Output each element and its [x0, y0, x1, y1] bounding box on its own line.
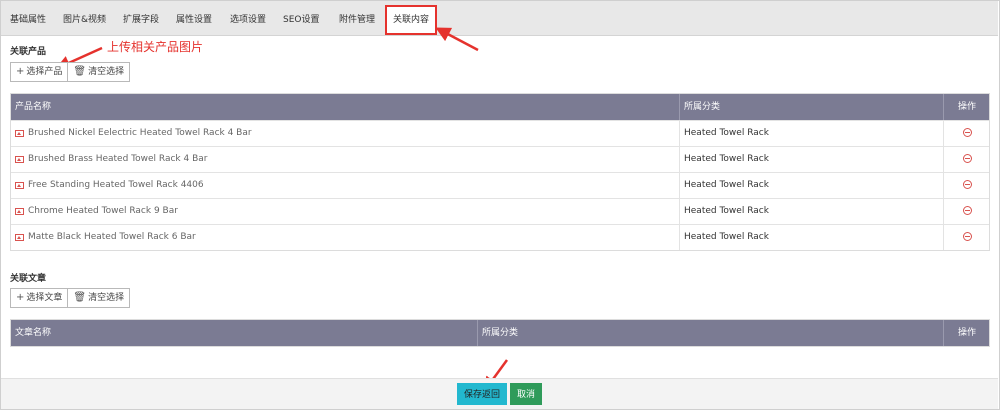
clear-products-button[interactable]: 🗑 清空选择: [68, 62, 131, 82]
remove-icon[interactable]: [962, 154, 972, 163]
action-cell: [943, 121, 990, 146]
image-icon: [15, 182, 24, 189]
related-products-label: 关联产品: [10, 47, 47, 57]
column-article-name: 文章名称: [15, 328, 52, 338]
action-cell: [943, 173, 990, 198]
column-category: 所属分类: [477, 320, 943, 346]
products-table: 产品名称 所属分类 操作 Brushed Nickel Eelectric He…: [10, 93, 990, 251]
select-articles-button[interactable]: + 选择文章: [10, 288, 69, 308]
related-articles-label: 关联文章: [10, 274, 47, 284]
action-cell: [943, 147, 990, 172]
product-category: Heated Towel Rack: [679, 147, 943, 172]
image-icon: [15, 234, 24, 241]
products-button-group: + 选择产品 🗑 清空选择: [10, 62, 131, 82]
table-row: Matte Black Heated Towel Rack 6 Bar Heate…: [11, 224, 989, 250]
action-cell: [943, 225, 990, 250]
product-category: Heated Towel Rack: [679, 173, 943, 198]
products-table-header: 产品名称 所属分类 操作: [11, 94, 989, 120]
action-cell: [943, 199, 990, 224]
product-name[interactable]: Matte Black Heated Towel Rack 6 Bar: [28, 225, 196, 250]
select-products-button[interactable]: + 选择产品: [10, 62, 69, 82]
column-category: 所属分类: [679, 94, 943, 120]
remove-icon[interactable]: [962, 206, 972, 215]
image-icon: [15, 156, 24, 163]
articles-table-header: 文章名称 所属分类 操作: [11, 320, 989, 346]
remove-icon[interactable]: [962, 232, 972, 241]
product-name[interactable]: Free Standing Heated Towel Rack 4406: [28, 173, 204, 198]
remove-icon[interactable]: [962, 128, 972, 137]
product-name-cell: Brushed Brass Heated Towel Rack 4 Bar: [15, 147, 207, 172]
product-name-cell: Brushed Nickel Eelectric Heated Towel Ra…: [15, 121, 252, 146]
column-action: 操作: [943, 320, 990, 346]
product-name[interactable]: Brushed Nickel Eelectric Heated Towel Ra…: [28, 121, 252, 146]
product-name-cell: Matte Black Heated Towel Rack 6 Bar: [15, 225, 196, 250]
cancel-button[interactable]: 取消: [510, 383, 542, 405]
product-category: Heated Towel Rack: [679, 225, 943, 250]
product-category: Heated Towel Rack: [679, 121, 943, 146]
table-row: Brushed Brass Heated Towel Rack 4 Bar Hea…: [11, 146, 989, 172]
product-name[interactable]: Chrome Heated Towel Rack 9 Bar: [28, 199, 178, 224]
product-name-cell: Free Standing Heated Towel Rack 4406: [15, 173, 204, 198]
table-row: Chrome Heated Towel Rack 9 Bar Heated Tow…: [11, 198, 989, 224]
products-table-body: Brushed Nickel Eelectric Heated Towel Ra…: [11, 120, 989, 250]
product-category: Heated Towel Rack: [679, 199, 943, 224]
product-name[interactable]: Brushed Brass Heated Towel Rack 4 Bar: [28, 147, 207, 172]
table-row: Brushed Nickel Eelectric Heated Towel Ra…: [11, 120, 989, 146]
articles-button-group: + 选择文章 🗑 清空选择: [10, 288, 131, 308]
trash-icon: 🗑: [73, 292, 87, 303]
articles-table: 文章名称 所属分类 操作: [10, 319, 990, 347]
plus-icon: +: [16, 66, 25, 77]
table-row: Free Standing Heated Towel Rack 4406 Heat…: [11, 172, 989, 198]
image-icon: [15, 130, 24, 137]
clear-articles-button[interactable]: 🗑 清空选择: [68, 288, 131, 308]
remove-icon[interactable]: [962, 180, 972, 189]
image-icon: [15, 208, 24, 215]
column-product-name: 产品名称: [15, 102, 52, 112]
save-and-return-button[interactable]: 保存返回: [457, 383, 507, 405]
product-name-cell: Chrome Heated Towel Rack 9 Bar: [15, 199, 178, 224]
plus-icon: +: [16, 292, 25, 303]
trash-icon: 🗑: [73, 66, 87, 77]
column-action: 操作: [943, 94, 990, 120]
